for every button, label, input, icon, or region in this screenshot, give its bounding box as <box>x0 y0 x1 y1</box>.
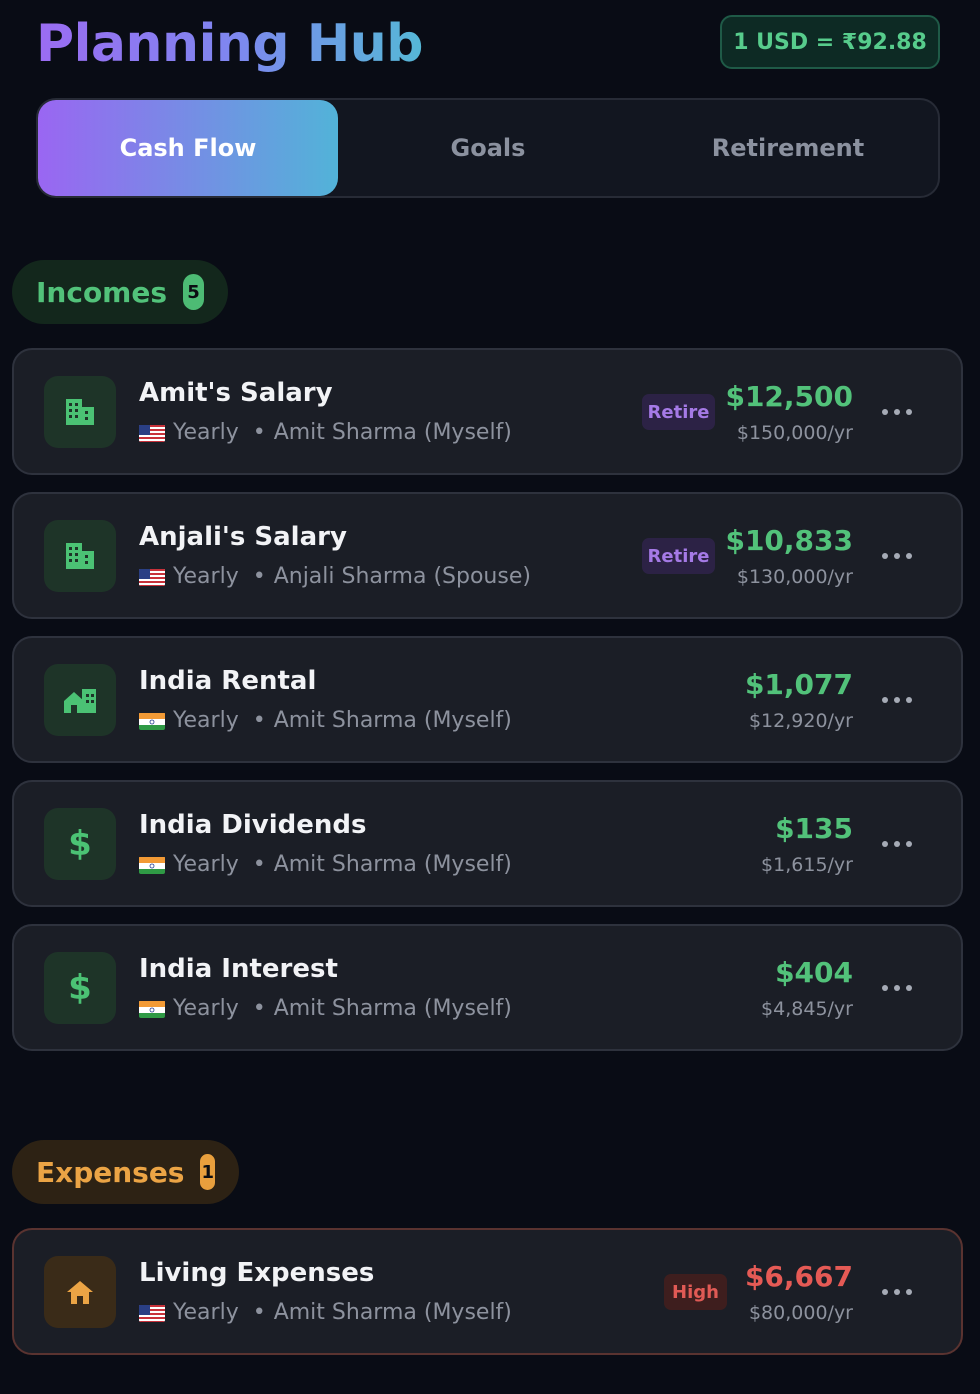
high-priority-badge: High <box>664 1274 727 1310</box>
building-icon <box>44 376 116 448</box>
expenses-section-header: Expenses 1 <box>12 1140 239 1204</box>
income-name: India Interest <box>139 954 338 984</box>
income-owner: Amit Sharma (Myself) <box>273 420 512 445</box>
planning-hub-page: Planning Hub 1 USD = ₹92.88 Cash Flow Go… <box>0 0 980 1394</box>
income-name: India Dividends <box>139 810 367 840</box>
incomes-section-header: Incomes 5 <box>12 260 228 324</box>
income-monthly-amount: $1,077 <box>744 668 853 701</box>
rental-home-icon <box>44 664 116 736</box>
home-icon <box>44 1256 116 1328</box>
income-monthly-amount: $404 <box>775 956 853 989</box>
income-name: India Rental <box>139 666 317 696</box>
income-name: Anjali's Salary <box>139 522 347 552</box>
income-card-india-interest[interactable]: $ India Interest Yearly • Amit Sharma (M… <box>12 924 963 1051</box>
income-frequency: Yearly <box>173 852 239 877</box>
india-flag-icon <box>139 712 165 730</box>
expense-frequency: Yearly <box>173 1300 239 1325</box>
income-monthly-amount: $12,500 <box>725 380 853 413</box>
india-flag-icon <box>139 1000 165 1018</box>
exchange-rate-badge: 1 USD = ₹92.88 <box>720 15 940 69</box>
retire-badge: Retire <box>642 538 715 574</box>
more-options-icon[interactable] <box>882 1274 912 1310</box>
expense-owner: Amit Sharma (Myself) <box>273 1300 512 1325</box>
income-card-amit-salary[interactable]: Amit's Salary Yearly • Amit Sharma (Myse… <box>12 348 963 475</box>
income-frequency: Yearly <box>173 996 239 1021</box>
us-flag-icon <box>139 568 165 586</box>
income-monthly-amount: $135 <box>775 812 853 845</box>
income-frequency: Yearly <box>173 420 239 445</box>
income-annual-amount: $4,845/yr <box>761 998 853 1020</box>
income-card-india-rental[interactable]: India Rental Yearly • Amit Sharma (Mysel… <box>12 636 963 763</box>
separator-dot: • <box>252 420 266 445</box>
income-owner: Amit Sharma (Myself) <box>273 852 512 877</box>
dollar-icon: $ <box>44 952 116 1024</box>
more-options-icon[interactable] <box>882 682 912 718</box>
incomes-count-badge: 5 <box>183 274 204 310</box>
page-title: Planning Hub <box>36 14 424 74</box>
separator-dot: • <box>252 708 266 733</box>
dollar-glyph: $ <box>68 968 92 1008</box>
separator-dot: • <box>252 996 266 1021</box>
income-annual-amount: $1,615/yr <box>761 854 853 876</box>
income-card-anjali-salary[interactable]: Anjali's Salary Yearly • Anjali Sharma (… <box>12 492 963 619</box>
expenses-label: Expenses <box>36 1155 185 1189</box>
tab-retirement[interactable]: Retirement <box>638 100 938 196</box>
income-owner: Amit Sharma (Myself) <box>273 996 512 1021</box>
more-options-icon[interactable] <box>882 394 912 430</box>
expenses-count-badge: 1 <box>200 1154 215 1190</box>
dollar-icon: $ <box>44 808 116 880</box>
us-flag-icon <box>139 424 165 442</box>
separator-dot: • <box>252 564 266 589</box>
income-frequency: Yearly <box>173 564 239 589</box>
income-meta: Yearly • Amit Sharma (Myself) <box>139 708 512 733</box>
incomes-label: Incomes <box>36 275 168 309</box>
income-meta: Yearly • Anjali Sharma (Spouse) <box>139 564 531 589</box>
expense-meta: Yearly • Amit Sharma (Myself) <box>139 1300 512 1325</box>
income-owner: Amit Sharma (Myself) <box>273 708 512 733</box>
separator-dot: • <box>252 852 266 877</box>
income-annual-amount: $130,000/yr <box>736 566 853 588</box>
more-options-icon[interactable] <box>882 970 912 1006</box>
income-annual-amount: $150,000/yr <box>736 422 853 444</box>
expense-name: Living Expenses <box>139 1258 375 1288</box>
expense-monthly-amount: $6,667 <box>744 1260 853 1293</box>
income-meta: Yearly • Amit Sharma (Myself) <box>139 852 512 877</box>
tab-bar: Cash Flow Goals Retirement <box>36 98 940 198</box>
india-flag-icon <box>139 856 165 874</box>
income-meta: Yearly • Amit Sharma (Myself) <box>139 420 512 445</box>
dollar-glyph: $ <box>68 824 92 864</box>
retire-badge: Retire <box>642 394 715 430</box>
tab-goals[interactable]: Goals <box>338 100 638 196</box>
more-options-icon[interactable] <box>882 538 912 574</box>
income-monthly-amount: $10,833 <box>725 524 853 557</box>
expense-card-living-expenses[interactable]: Living Expenses Yearly • Amit Sharma (My… <box>12 1228 963 1355</box>
income-frequency: Yearly <box>173 708 239 733</box>
income-owner: Anjali Sharma (Spouse) <box>273 564 531 589</box>
separator-dot: • <box>252 1300 266 1325</box>
expense-annual-amount: $80,000/yr <box>748 1302 853 1324</box>
more-options-icon[interactable] <box>882 826 912 862</box>
us-flag-icon <box>139 1304 165 1322</box>
income-card-india-dividends[interactable]: $ India Dividends Yearly • Amit Sharma (… <box>12 780 963 907</box>
building-icon <box>44 520 116 592</box>
income-name: Amit's Salary <box>139 378 333 408</box>
income-annual-amount: $12,920/yr <box>748 710 853 732</box>
tab-cash-flow[interactable]: Cash Flow <box>38 100 338 196</box>
income-meta: Yearly • Amit Sharma (Myself) <box>139 996 512 1021</box>
